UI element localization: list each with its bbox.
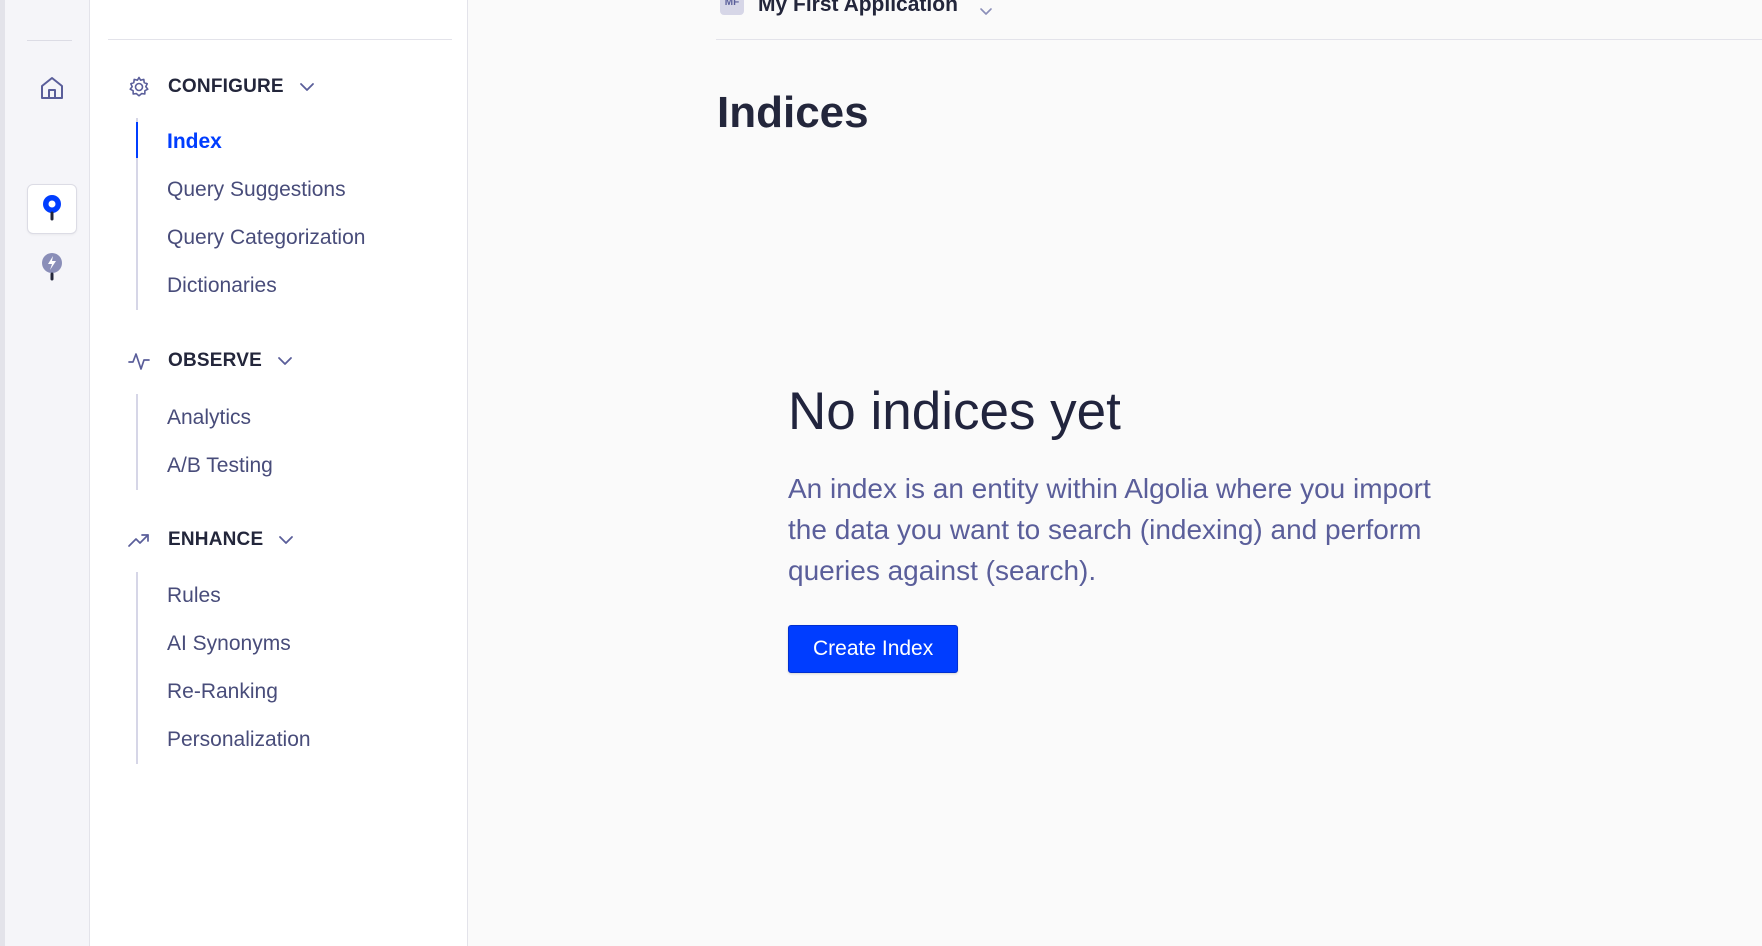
- home-icon: [38, 74, 66, 106]
- nav-item-query-suggestions[interactable]: Query Suggestions: [138, 166, 365, 214]
- recommend-product-button[interactable]: [27, 244, 77, 294]
- nav-item-rules[interactable]: Rules: [138, 572, 311, 620]
- page-title: Indices: [717, 88, 869, 137]
- empty-state-title: No indices yet: [788, 382, 1121, 441]
- nav-item-query-categorization[interactable]: Query Categorization: [138, 214, 365, 262]
- main-content: MF My First Application Indices No indic…: [468, 0, 1762, 946]
- application-name: My First Application: [758, 0, 958, 16]
- pulse-icon: [126, 348, 152, 374]
- chevron-down-icon: [276, 352, 294, 370]
- empty-state-description: An index is an entity within Algolia whe…: [788, 473, 1431, 586]
- create-index-button[interactable]: Create Index: [788, 625, 959, 673]
- section-enhance-header[interactable]: ENHANCE: [126, 525, 295, 555]
- enhance-nav-group: Rules AI Synonyms Re-Ranking Personaliza…: [136, 572, 311, 764]
- nav-item-analytics[interactable]: Analytics: [138, 394, 273, 442]
- app-rail: [0, 0, 90, 946]
- nav-item-ab-testing[interactable]: A/B Testing: [138, 442, 273, 490]
- bolt-icon: [39, 252, 65, 286]
- rail-divider: [27, 40, 72, 41]
- chevron-down-icon: [277, 531, 295, 549]
- trend-up-icon: [126, 527, 152, 553]
- section-configure-label: CONFIGURE: [168, 76, 284, 97]
- section-observe-label: OBSERVE: [168, 350, 262, 371]
- nav-item-personalization[interactable]: Personalization: [138, 716, 311, 764]
- section-configure-header[interactable]: CONFIGURE: [126, 72, 316, 102]
- home-button[interactable]: [27, 65, 77, 115]
- section-observe-header[interactable]: OBSERVE: [126, 346, 294, 376]
- section-enhance-label: ENHANCE: [168, 529, 264, 550]
- header-divider: [716, 39, 1762, 40]
- algolia-logo-icon[interactable]: [33, 0, 69, 6]
- app-badge: MF: [720, 0, 744, 15]
- application-switcher[interactable]: MF My First Application: [720, 0, 994, 20]
- secondary-nav: CONFIGURE Index Query Suggestions Query …: [90, 0, 468, 946]
- empty-state: No indices yet An index is an entity wit…: [788, 380, 1488, 673]
- configure-nav-group: Index Query Suggestions Query Categoriza…: [135, 118, 365, 310]
- observe-nav-group: Analytics A/B Testing: [136, 394, 273, 490]
- search-product-button[interactable]: [27, 184, 77, 234]
- search-icon: [39, 193, 65, 225]
- nav-item-index[interactable]: Index: [135, 118, 365, 166]
- nav-item-ai-synonyms[interactable]: AI Synonyms: [138, 620, 311, 668]
- subnav-divider: [108, 39, 452, 40]
- nav-item-dictionaries[interactable]: Dictionaries: [138, 262, 365, 310]
- chevron-down-icon: [978, 3, 994, 19]
- chevron-down-icon: [298, 78, 316, 96]
- gear-icon: [126, 74, 152, 100]
- nav-item-re-ranking[interactable]: Re-Ranking: [138, 668, 311, 716]
